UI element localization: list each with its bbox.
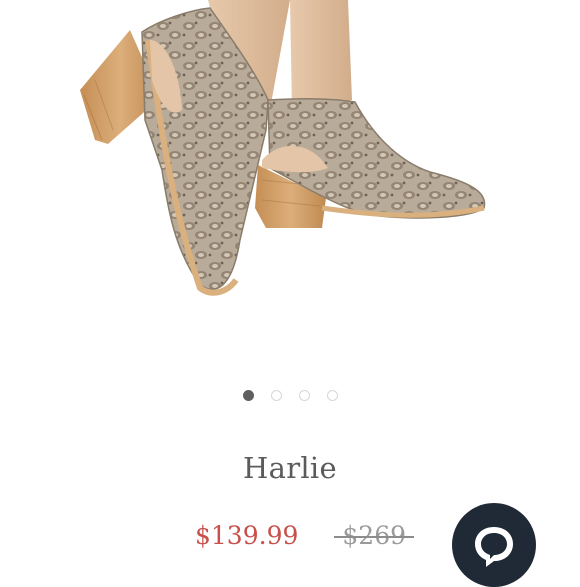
snakeskin-bootie-photo bbox=[80, 0, 486, 296]
product-image[interactable] bbox=[0, 0, 580, 360]
carousel-dot-4[interactable] bbox=[326, 390, 338, 401]
price-row: $139.99 $269 bbox=[195, 521, 414, 550]
chat-button[interactable] bbox=[452, 503, 536, 587]
sale-price: $139.99 bbox=[195, 521, 299, 550]
carousel-dot-2[interactable] bbox=[270, 390, 282, 401]
carousel-dot-1[interactable] bbox=[242, 390, 254, 401]
chat-bubble-icon bbox=[475, 527, 513, 567]
carousel-dot-3[interactable] bbox=[298, 390, 310, 401]
carousel-dots bbox=[0, 390, 580, 401]
product-title: Harlie bbox=[243, 451, 337, 485]
original-price: $269 bbox=[334, 521, 414, 550]
